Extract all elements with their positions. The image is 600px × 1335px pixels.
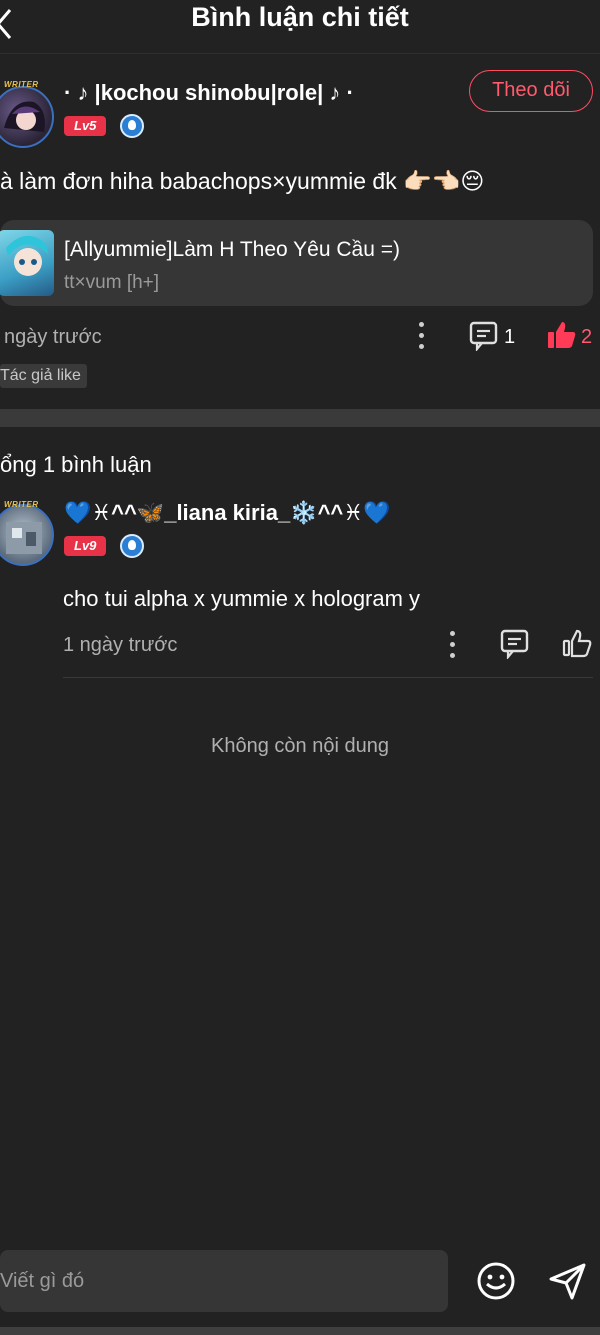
- verified-badge-icon: [120, 114, 144, 138]
- linked-story-cover: [0, 230, 54, 296]
- avatar-artwork: [4, 101, 45, 132]
- author-like-tag: Tác giả like: [0, 364, 87, 388]
- comment-input-container[interactable]: [0, 1250, 448, 1312]
- comment-timestamp: 1 ngày trước: [63, 634, 178, 656]
- like-count: 2: [581, 326, 593, 348]
- end-of-content-label: Không còn nội dung: [211, 735, 389, 757]
- comment-count: 1: [504, 326, 516, 348]
- emoji-icon[interactable]: [476, 1261, 516, 1301]
- system-nav-bar: [0, 1327, 600, 1335]
- post-author-avatar[interactable]: [0, 86, 54, 148]
- comment-total: ổng 1 bình luận: [0, 452, 152, 477]
- level-badge: Lv9: [64, 536, 107, 556]
- follow-button[interactable]: Theo dõi: [469, 70, 593, 112]
- post-content-text: à làm đơn hiha babachops×yummie đk: [0, 168, 397, 194]
- post-content-emojis: 👉🏻👈🏻😔: [403, 168, 485, 194]
- linked-story-title[interactable]: [Allyummie]Làm H Theo Yêu Cầu =): [64, 238, 400, 262]
- post-content: à làm đơn hiha babachops×yummie đk 👉🏻👈🏻😔: [0, 168, 484, 195]
- post-author-name[interactable]: · ♪ |kochou shinobu|role| ♪ ·: [64, 80, 354, 106]
- comment-author-avatar[interactable]: [0, 504, 54, 566]
- comment-icon[interactable]: [469, 321, 499, 351]
- level-badge: Lv5: [64, 116, 107, 136]
- page-title: Bình luận chi tiết: [191, 2, 409, 32]
- cover-artwork: [6, 235, 48, 276]
- comment-separator: [63, 677, 593, 678]
- post-timestamp: ngày trước: [4, 326, 102, 348]
- comment-author-name[interactable]: 💙♓^^🦋_liana kiria_❄️^^♓💙: [64, 500, 390, 526]
- send-icon[interactable]: [548, 1261, 588, 1301]
- more-options-icon[interactable]: [419, 322, 425, 350]
- like-outline-icon[interactable]: [562, 628, 592, 658]
- like-filled-icon[interactable]: [547, 320, 577, 350]
- verified-badge-icon: [120, 534, 144, 558]
- section-divider: [0, 409, 600, 427]
- writer-badge: WRITER: [4, 80, 39, 89]
- comment-text: cho tui alpha x yummie x hologram y: [63, 586, 421, 611]
- comment-more-options-icon[interactable]: [450, 631, 456, 659]
- writer-badge: WRITER: [4, 500, 39, 509]
- header-bar: Bình luận chi tiết: [0, 0, 600, 54]
- comment-input[interactable]: [0, 1250, 448, 1312]
- avatar-artwork: [6, 522, 42, 554]
- reply-icon[interactable]: [500, 629, 530, 659]
- linked-story-subtitle: tt×vum [h+]: [64, 272, 160, 293]
